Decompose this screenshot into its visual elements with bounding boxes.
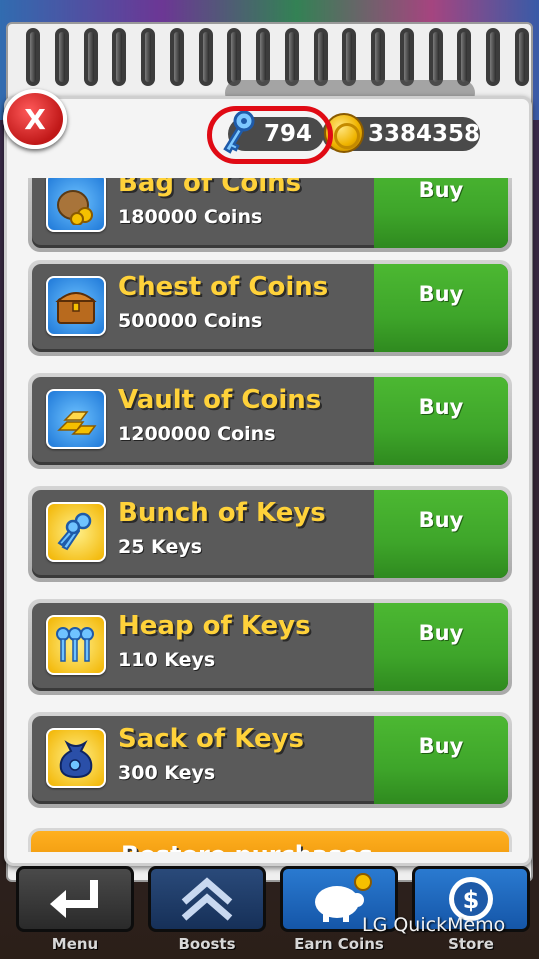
keys-sack-icon bbox=[46, 728, 106, 788]
keys-bunch-icon bbox=[46, 502, 106, 562]
buy-button-label: Buy bbox=[418, 178, 464, 202]
coins-counter: 3384358 bbox=[322, 113, 481, 153]
store-item-card: Bag of Coins 180000 Coins Buy bbox=[32, 178, 508, 248]
chevron-up-icon bbox=[181, 877, 233, 921]
close-icon: X bbox=[24, 102, 46, 136]
spiral-ring bbox=[112, 28, 127, 86]
spiral-ring bbox=[457, 28, 472, 86]
store-item-list[interactable]: Bag of Coins 180000 Coins Buy Chest of C… bbox=[10, 178, 526, 852]
item-title: Chest of Coins bbox=[118, 272, 329, 302]
store-item-chest-of-coins: Chest of Coins 500000 Coins Buy bbox=[28, 260, 512, 356]
treasure-chest-icon bbox=[46, 276, 106, 336]
notebook-spiral bbox=[20, 28, 535, 88]
buy-button-label: Buy bbox=[418, 282, 464, 306]
item-title: Sack of Keys bbox=[118, 724, 304, 754]
item-title: Bag of Coins bbox=[118, 178, 302, 198]
svg-text:$: $ bbox=[463, 886, 480, 914]
buy-button[interactable]: Buy bbox=[374, 490, 508, 578]
coin-bag-icon bbox=[46, 178, 106, 232]
spiral-ring bbox=[54, 28, 69, 86]
buy-button-label: Buy bbox=[418, 508, 464, 532]
item-quantity: 1200000 Coins bbox=[118, 423, 276, 445]
spiral-ring bbox=[284, 28, 299, 86]
boosts-label: Boosts bbox=[178, 935, 236, 953]
buy-button-label: Buy bbox=[418, 395, 464, 419]
spiral-ring bbox=[313, 28, 328, 86]
store-item-card: Chest of Coins 500000 Coins Buy bbox=[32, 264, 508, 352]
item-title: Vault of Coins bbox=[118, 385, 322, 415]
buy-button-label: Buy bbox=[418, 734, 464, 758]
coins-count: 3384358 bbox=[368, 121, 481, 147]
item-quantity: 300 Keys bbox=[118, 762, 216, 784]
spiral-ring bbox=[514, 28, 529, 86]
spiral-ring bbox=[399, 28, 414, 86]
store-item-sack-of-keys: Sack of Keys 300 Keys Buy bbox=[28, 712, 512, 808]
watermark-text: LG QuickMemo bbox=[362, 914, 506, 936]
spiral-ring bbox=[169, 28, 184, 86]
keys-heap-icon bbox=[46, 615, 106, 675]
buy-button[interactable]: Buy bbox=[374, 603, 508, 691]
restore-purchases-button[interactable]: Restore purchases bbox=[28, 828, 512, 852]
spiral-ring bbox=[227, 28, 242, 86]
store-item-card: Bunch of Keys 25 Keys Buy bbox=[32, 490, 508, 578]
gold-bars-icon bbox=[46, 389, 106, 449]
spiral-ring bbox=[371, 28, 385, 86]
spiral-ring bbox=[198, 28, 213, 86]
bottom-navigation: Menu Boosts Earn Coins $ Store bbox=[0, 866, 539, 959]
item-title: Bunch of Keys bbox=[118, 498, 326, 528]
store-item-bunch-of-keys: Bunch of Keys 25 Keys Buy bbox=[28, 486, 512, 582]
spiral-ring bbox=[342, 28, 357, 86]
spiral-ring bbox=[256, 28, 270, 86]
store-item-card: Vault of Coins 1200000 Coins Buy bbox=[32, 377, 508, 465]
buy-button[interactable]: Buy bbox=[374, 264, 508, 352]
back-arrow-icon bbox=[50, 880, 98, 918]
keys-highlight-circle bbox=[207, 106, 333, 164]
item-quantity: 500000 Coins bbox=[118, 310, 263, 332]
buy-button-label: Buy bbox=[418, 621, 464, 645]
boosts-button[interactable] bbox=[148, 866, 266, 932]
spiral-ring bbox=[141, 28, 155, 86]
buy-button[interactable]: Buy bbox=[374, 716, 508, 804]
store-label: Store bbox=[448, 935, 494, 953]
earn-coins-label: Earn Coins bbox=[294, 935, 384, 953]
item-quantity: 180000 Coins bbox=[118, 206, 263, 228]
close-button[interactable]: X bbox=[3, 89, 67, 149]
spiral-ring bbox=[83, 28, 98, 86]
store-item-bag-of-coins: Bag of Coins 180000 Coins Buy bbox=[28, 178, 512, 252]
buy-button[interactable]: Buy bbox=[374, 377, 508, 465]
menu-button[interactable] bbox=[16, 866, 134, 932]
menu-label: Menu bbox=[51, 935, 99, 953]
item-title: Heap of Keys bbox=[118, 611, 311, 641]
item-quantity: 110 Keys bbox=[118, 649, 216, 671]
store-item-vault-of-coins: Vault of Coins 1200000 Coins Buy bbox=[28, 373, 512, 469]
buy-button[interactable]: Buy bbox=[374, 178, 508, 248]
spiral-ring bbox=[26, 28, 40, 86]
spiral-ring bbox=[428, 28, 443, 86]
store-item-card: Heap of Keys 110 Keys Buy bbox=[32, 603, 508, 691]
restore-purchases-label: Restore purchases bbox=[121, 841, 373, 852]
item-quantity: 25 Keys bbox=[118, 536, 203, 558]
spiral-ring bbox=[486, 28, 500, 86]
store-item-heap-of-keys: Heap of Keys 110 Keys Buy bbox=[28, 599, 512, 695]
store-item-card: Sack of Keys 300 Keys Buy bbox=[32, 716, 508, 804]
